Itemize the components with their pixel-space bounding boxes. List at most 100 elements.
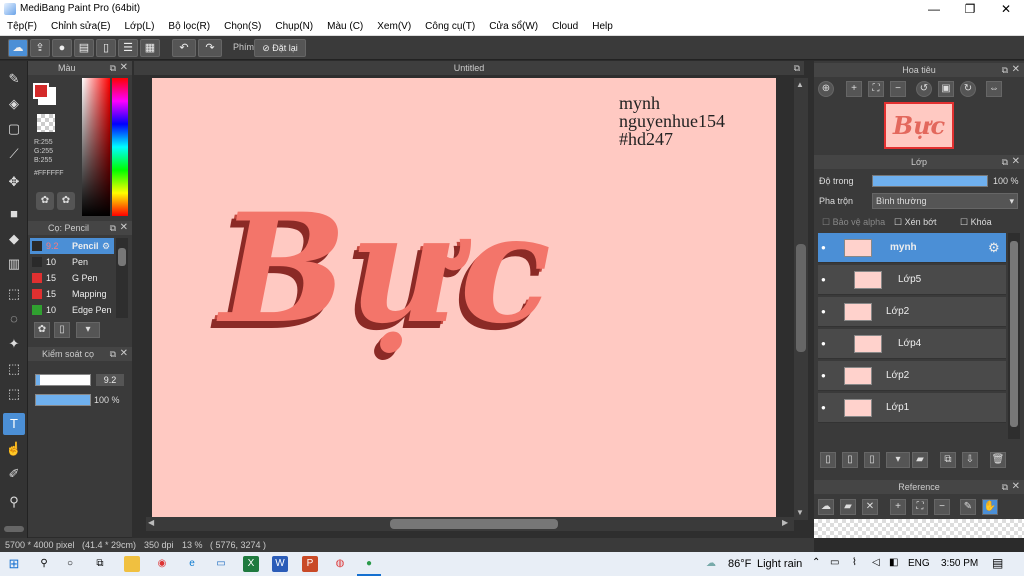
layer-row[interactable]: ● mynh ⚙ bbox=[818, 233, 1006, 263]
layer-row[interactable]: ● Lớp1 bbox=[818, 393, 1006, 423]
line-tool-icon[interactable]: ⟋ bbox=[3, 143, 25, 165]
eyedropper-icon[interactable]: ✎ bbox=[960, 499, 976, 515]
scroll-left-icon[interactable]: ◀ bbox=[148, 518, 154, 527]
powerpoint-icon[interactable]: P bbox=[302, 556, 318, 572]
layer-row[interactable]: ● Lớp2 bbox=[818, 361, 1006, 391]
zoom-out-icon[interactable]: − bbox=[934, 499, 950, 515]
move-tool-icon[interactable]: ✥ bbox=[3, 171, 25, 193]
gear-icon[interactable]: ⚙ bbox=[102, 238, 110, 254]
add-brush-icon[interactable]: ✿ bbox=[34, 322, 50, 338]
document-icon[interactable]: ▯ bbox=[96, 39, 116, 57]
close-icon[interactable]: ✕ bbox=[120, 61, 128, 75]
brush-item[interactable]: 15 Mapping P bbox=[30, 286, 114, 302]
new-layer-icon[interactable]: ▯ bbox=[820, 452, 836, 468]
rotate-left-icon[interactable]: ↺ bbox=[916, 81, 932, 97]
saturation-value-picker[interactable] bbox=[82, 78, 110, 216]
detach-icon[interactable]: ⧉ bbox=[110, 347, 116, 361]
detach-icon[interactable]: ⧉ bbox=[1002, 63, 1008, 77]
redo-button[interactable]: ↷ bbox=[198, 39, 222, 57]
visibility-icon[interactable]: ● bbox=[821, 233, 826, 263]
brush-tool-icon[interactable]: ✎ bbox=[3, 68, 25, 90]
primary-color-swatch[interactable] bbox=[33, 83, 49, 99]
eraser-tool-icon[interactable]: ◈ bbox=[3, 93, 25, 115]
detach-icon[interactable]: ⧉ bbox=[1002, 155, 1008, 169]
cloud-icon[interactable]: ☁ bbox=[8, 39, 28, 57]
menu-window[interactable]: Cửa sổ(W) bbox=[482, 18, 545, 36]
magic-wand-icon[interactable]: ✦ bbox=[3, 333, 25, 355]
bucket-tool-icon[interactable]: ◆ bbox=[3, 228, 25, 250]
detach-icon[interactable]: ⧉ bbox=[110, 221, 116, 235]
grid-icon[interactable]: ▦ bbox=[140, 39, 160, 57]
hand-icon[interactable]: ✋ bbox=[982, 499, 998, 515]
detach-icon[interactable]: ⧉ bbox=[110, 61, 116, 75]
word-icon[interactable]: W bbox=[272, 556, 288, 572]
clock-time[interactable]: 3:50 PM bbox=[941, 558, 978, 569]
close-icon[interactable]: ✕ bbox=[1012, 155, 1020, 169]
close-icon[interactable]: ✕ bbox=[1012, 63, 1020, 77]
close-reference-icon[interactable]: ✕ bbox=[862, 499, 878, 515]
maximize-button[interactable]: ❐ bbox=[952, 0, 988, 18]
detach-icon[interactable]: ⧉ bbox=[1002, 480, 1008, 494]
blend-mode-select[interactable]: Bình thường ▾ bbox=[872, 193, 1018, 209]
chevron-up-icon[interactable]: ⌃ bbox=[812, 557, 820, 568]
palette-icon[interactable]: ✿ bbox=[36, 192, 54, 210]
layer-row[interactable]: ● Lớp5 bbox=[818, 265, 1006, 295]
zoom-in-icon[interactable]: + bbox=[846, 81, 862, 97]
cortana-icon[interactable]: ○ bbox=[62, 556, 78, 572]
smudge-tool-icon[interactable]: ✐ bbox=[3, 463, 25, 485]
reset-button[interactable]: ⊘ Đặt lại bbox=[254, 39, 306, 57]
chrome-icon[interactable]: ◍ bbox=[332, 556, 348, 572]
excel-icon[interactable]: X bbox=[243, 556, 259, 572]
vertical-scroll-thumb[interactable] bbox=[796, 244, 806, 352]
palette-scroll[interactable] bbox=[4, 526, 24, 532]
new-halftone-layer-icon[interactable]: ▯ bbox=[842, 452, 858, 468]
menu-cloud[interactable]: Cloud bbox=[545, 18, 585, 36]
close-icon[interactable]: ✕ bbox=[1012, 480, 1020, 494]
zoom-in-icon[interactable]: + bbox=[890, 499, 906, 515]
actual-size-icon[interactable]: ⛶ bbox=[912, 499, 928, 515]
brush-menu-icon[interactable]: ▾ bbox=[76, 322, 100, 338]
menu-file[interactable]: Tệp(F) bbox=[0, 18, 44, 36]
visibility-icon[interactable]: ● bbox=[821, 393, 826, 423]
rectangle-tool-icon[interactable]: ▢ bbox=[3, 118, 25, 140]
medibang-icon[interactable]: ● bbox=[361, 556, 377, 572]
edge-icon[interactable]: e bbox=[184, 556, 200, 572]
add-layer-menu-icon[interactable]: ▾ bbox=[886, 452, 910, 468]
clipping-checkbox[interactable]: ☐ Xén bớt bbox=[894, 217, 937, 228]
text-tool-icon[interactable]: T bbox=[3, 413, 25, 435]
volume-icon[interactable]: ◁ bbox=[872, 557, 880, 568]
search-icon[interactable]: ⚲ bbox=[36, 556, 52, 572]
brush-item[interactable]: 15 G Pen bbox=[30, 270, 114, 286]
canvas[interactable]: mynh nguyenhue154 #hd247 Bực bbox=[152, 78, 776, 517]
visibility-icon[interactable]: ● bbox=[821, 361, 826, 391]
network-icon[interactable]: ⌇ bbox=[852, 557, 857, 568]
scroll-down-icon[interactable]: ▼ bbox=[796, 508, 804, 517]
ime-icon[interactable]: ◧ bbox=[889, 557, 898, 568]
fill-shape-tool-icon[interactable]: ■ bbox=[3, 203, 25, 225]
close-button[interactable]: ✕ bbox=[988, 0, 1024, 18]
select-tool-icon[interactable]: ⬚ bbox=[3, 283, 25, 305]
rotate-right-icon[interactable]: ↻ bbox=[960, 81, 976, 97]
close-icon[interactable]: ✕ bbox=[120, 347, 128, 361]
horizontal-scrollbar[interactable]: ◀ ▶ bbox=[146, 517, 794, 531]
layer-opacity-slider[interactable] bbox=[872, 175, 988, 187]
list-icon[interactable]: ☰ bbox=[118, 39, 138, 57]
comment-icon[interactable]: ● bbox=[52, 39, 72, 57]
duplicate-layer-icon[interactable]: ⧉ bbox=[940, 452, 956, 468]
hue-slider[interactable] bbox=[112, 78, 128, 216]
file-explorer-icon[interactable] bbox=[124, 556, 140, 572]
menu-filter[interactable]: Bộ lọc(R) bbox=[161, 18, 217, 36]
zoom-out-icon[interactable]: − bbox=[890, 81, 906, 97]
visibility-icon[interactable]: ● bbox=[821, 329, 826, 359]
brush-item[interactable]: 10 Edge Pen bbox=[30, 302, 114, 318]
visibility-icon[interactable]: ● bbox=[821, 297, 826, 327]
visibility-icon[interactable]: ● bbox=[821, 265, 826, 295]
antivirus-icon[interactable]: ◉ bbox=[154, 556, 170, 572]
document-tab[interactable]: Untitled ⧉ bbox=[134, 61, 804, 75]
opacity-slider[interactable] bbox=[35, 394, 91, 406]
select-pen-icon[interactable]: ⬚ bbox=[3, 358, 25, 380]
menu-color[interactable]: Màu (C) bbox=[320, 18, 370, 36]
message-icon[interactable]: ▤ bbox=[74, 39, 94, 57]
horizontal-scroll-thumb[interactable] bbox=[390, 519, 558, 529]
lock-checkbox[interactable]: ☐ Khóa bbox=[960, 217, 992, 228]
